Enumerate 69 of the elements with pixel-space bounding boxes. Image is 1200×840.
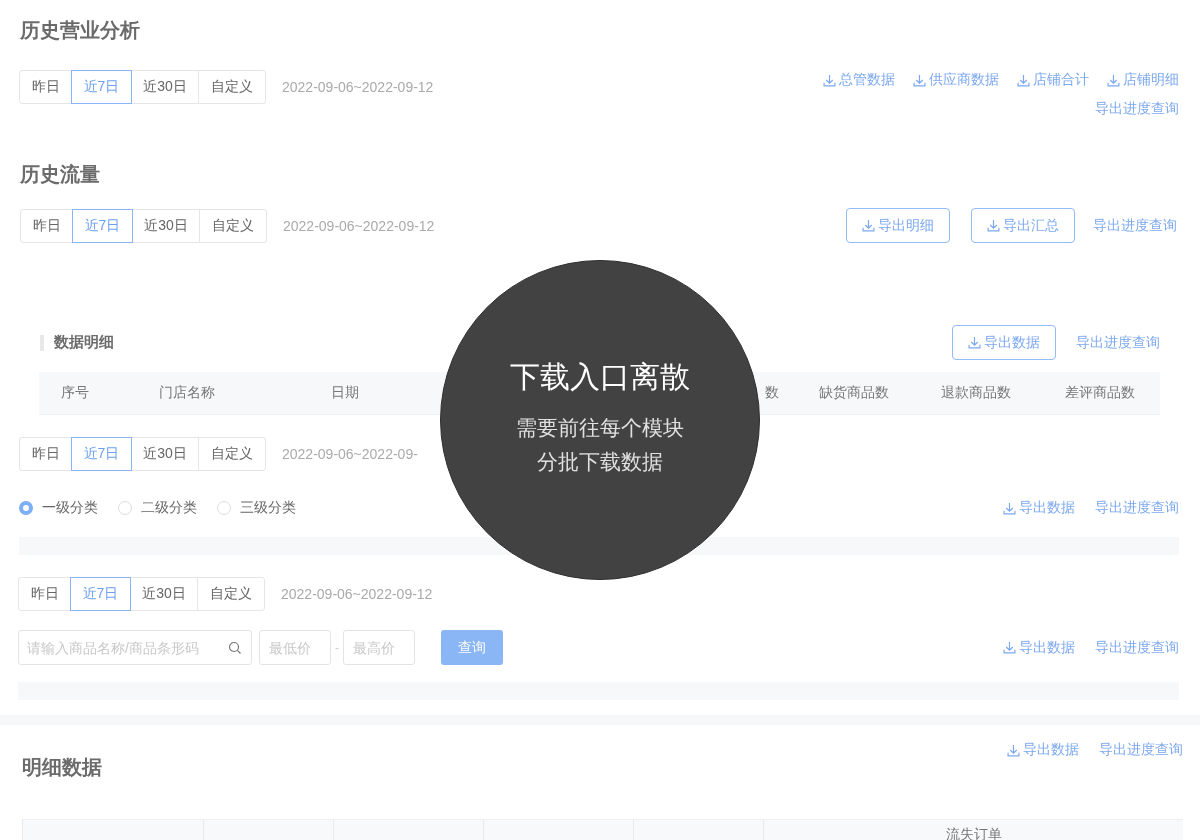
range-tab[interactable]: 昨日 xyxy=(18,577,71,611)
download-icon xyxy=(968,336,981,349)
range-tab[interactable]: 昨日 xyxy=(20,208,73,243)
export-progress-link[interactable]: 导出进度查询 xyxy=(1076,333,1160,352)
export-progress-link[interactable]: 导出进度查询 xyxy=(1095,100,1179,118)
range-tab[interactable]: 近30日 xyxy=(131,70,199,104)
date-range: 2022-09-06~2022-09-12 xyxy=(281,586,433,602)
range-tab[interactable]: 近30日 xyxy=(132,208,200,243)
section-title: 历史流量 xyxy=(20,162,101,186)
section-title: 数据明细 xyxy=(54,333,114,352)
range-tab[interactable]: 近7日 xyxy=(71,70,132,104)
download-icon xyxy=(862,219,875,232)
radio-button[interactable] xyxy=(118,501,132,515)
date-range: 2022-09-06~2022-09-12 xyxy=(283,217,435,234)
section-title: 历史营业分析 xyxy=(20,18,141,42)
callout-text: 需要前往每个模块 xyxy=(516,415,684,441)
date-range: 2022-09-06~2022-09- xyxy=(282,446,418,462)
export-progress-link[interactable]: 导出进度查询 xyxy=(1093,216,1177,235)
range-tab[interactable]: 自定义 xyxy=(198,437,266,471)
export-progress-link[interactable]: 导出进度查询 xyxy=(1095,638,1179,657)
date-range: 2022-09-06~2022-09-12 xyxy=(282,79,434,95)
export-progress-link[interactable]: 导出进度查询 xyxy=(1095,499,1179,517)
download-icon xyxy=(913,73,926,87)
download-icon xyxy=(1003,501,1016,515)
export-link[interactable]: 导出数据 xyxy=(1003,499,1075,517)
column-header: 缺货商品数 xyxy=(818,384,890,402)
radio-label: 一级分类 xyxy=(42,499,98,517)
section-title: 明细数据 xyxy=(22,755,102,779)
column-header: 日期 xyxy=(330,384,360,402)
radio-button[interactable] xyxy=(217,501,231,515)
export-button[interactable]: 导出汇总 xyxy=(971,208,1075,243)
download-icon xyxy=(1107,73,1120,87)
export-button[interactable]: 导出数据 xyxy=(952,325,1056,360)
export-link[interactable]: 导出数据 xyxy=(1003,638,1075,657)
download-icon xyxy=(1017,73,1030,87)
range-tab[interactable]: 近30日 xyxy=(130,577,198,611)
export-button[interactable]: 导出明细 xyxy=(846,208,950,243)
column-header: 门店名称 xyxy=(158,384,216,402)
range-separator: - xyxy=(335,640,339,655)
column-header: 差评商品数 xyxy=(1063,384,1136,402)
range-tab[interactable]: 近7日 xyxy=(72,208,133,243)
export-link[interactable]: 总管数据 xyxy=(823,71,895,89)
download-icon xyxy=(987,219,1000,232)
callout-title: 下载入口离散 xyxy=(510,359,690,395)
radio-label: 三级分类 xyxy=(240,499,296,517)
query-button[interactable]: 查询 xyxy=(441,630,503,665)
column-header: 数 xyxy=(764,384,780,402)
range-tab[interactable]: 近7日 xyxy=(71,437,132,471)
column-header: 退款商品数 xyxy=(940,384,1012,402)
range-tab[interactable]: 昨日 xyxy=(19,70,72,104)
export-link[interactable]: 店铺明细 xyxy=(1107,71,1179,89)
range-tab[interactable]: 自定义 xyxy=(199,208,267,243)
range-tab[interactable]: 近7日 xyxy=(70,577,131,611)
column-header: 序号 xyxy=(60,384,90,402)
download-icon xyxy=(1003,641,1016,654)
range-tab[interactable]: 近30日 xyxy=(131,437,199,471)
range-tab[interactable]: 昨日 xyxy=(19,437,72,471)
range-tab[interactable]: 自定义 xyxy=(197,577,265,611)
export-link[interactable]: 导出数据 xyxy=(1007,741,1079,759)
range-tab[interactable]: 自定义 xyxy=(198,70,266,104)
callout-text: 分批下载数据 xyxy=(537,449,663,475)
radio-button[interactable] xyxy=(19,501,33,515)
download-icon xyxy=(823,73,836,87)
download-icon xyxy=(1007,743,1020,757)
export-link[interactable]: 店铺合计 xyxy=(1017,71,1089,89)
export-progress-link[interactable]: 导出进度查询 xyxy=(1099,741,1183,759)
radio-label: 二级分类 xyxy=(141,499,197,517)
search-icon xyxy=(228,641,242,655)
export-link[interactable]: 供应商数据 xyxy=(913,71,999,89)
